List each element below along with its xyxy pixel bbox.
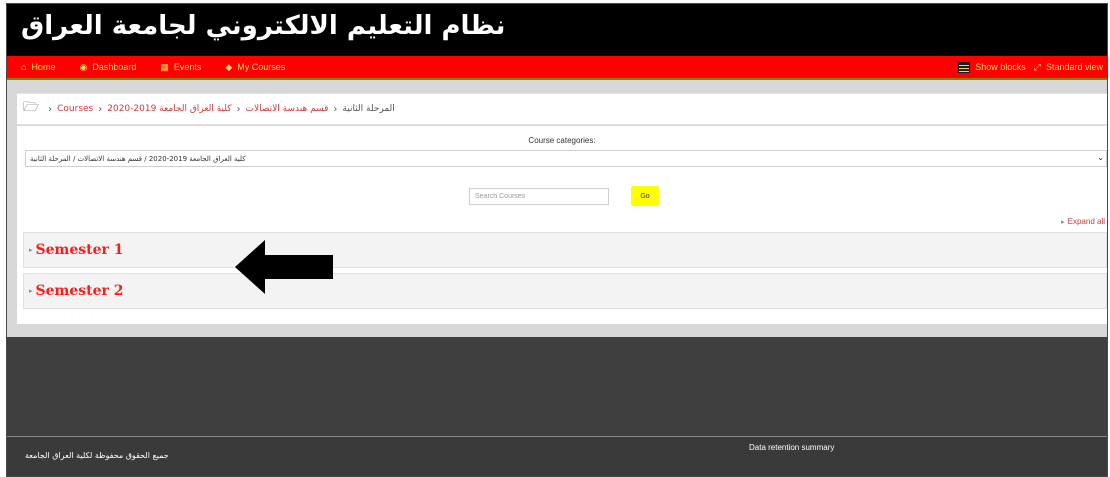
folder-icon: 🗁	[23, 100, 40, 115]
expand-icon: ⤢	[1033, 61, 1041, 72]
breadcrumb-current: المرحلة الثانية	[342, 104, 395, 114]
dashboard-icon: ◉	[79, 61, 88, 72]
site-header: نظام التعليم الالكتروني لجامعة العراق	[7, 4, 1107, 56]
semester-1-section[interactable]: ▸ Semester 1	[23, 232, 1107, 268]
nav-events[interactable]: ▦ Events	[160, 62, 201, 73]
breadcrumb-separator: ›	[236, 103, 241, 115]
nav-my-courses[interactable]: ◆ My Courses	[225, 62, 285, 73]
nav-dashboard[interactable]: ◉ Dashboard	[79, 62, 136, 73]
standard-view-button[interactable]: ⤢ Standard view	[1034, 62, 1103, 73]
home-icon: ⌂	[21, 62, 27, 72]
data-retention-link[interactable]: Data retention summary	[749, 443, 834, 452]
breadcrumb: 🗁 › Courses › 2020-2019 كلية العراق الجا…	[17, 93, 1107, 125]
show-blocks-button[interactable]: Show blocks	[958, 61, 1026, 73]
semester-1-label: Semester 1	[35, 242, 124, 258]
breadcrumb-courses[interactable]: Courses	[57, 104, 93, 114]
nav-dashboard-label: Dashboard	[92, 62, 137, 72]
expand-all-label: Expand all	[1067, 217, 1105, 226]
collapse-triangle-icon: ▸	[29, 287, 33, 295]
semester-2-section[interactable]: ▸ Semester 2	[23, 273, 1107, 309]
breadcrumb-separator: ›	[333, 103, 338, 115]
course-category-selected: كلية العراق الجامعة 2019-2020 / قسم هندس…	[30, 154, 246, 163]
chevron-down-icon: ⌄	[1097, 153, 1104, 162]
expand-all-link[interactable]: ▸ Expand all	[1061, 217, 1105, 226]
course-categories-label: Course categories:	[528, 136, 596, 145]
nav-events-label: Events	[173, 62, 202, 72]
copyright-text: جميع الحقوق محفوظة لكلية العراق الجامعة	[25, 451, 169, 460]
blocks-icon	[958, 61, 971, 73]
browser-page: نظام التعليم الالكتروني لجامعة العراق ⌂ …	[6, 3, 1108, 477]
collapse-triangle-icon: ▸	[29, 246, 33, 254]
course-category-panel: Course categories: كلية العراق الجامعة 2…	[17, 126, 1107, 324]
course-category-select[interactable]: كلية العراق الجامعة 2019-2020 / قسم هندس…	[25, 150, 1107, 167]
main-navbar: ⌂ Home ◉ Dashboard ▦ Events ◆ My Courses…	[7, 56, 1107, 80]
show-blocks-label: Show blocks	[975, 62, 1026, 72]
search-courses-input[interactable]	[469, 188, 609, 205]
footer-band	[7, 337, 1107, 436]
left-arrow-annotation-icon	[235, 240, 333, 294]
site-title: نظام التعليم الالكتروني لجامعة العراق	[21, 11, 506, 41]
nav-right: Show blocks ⤢ Standard view	[950, 56, 1103, 78]
breadcrumb-separator: ›	[48, 103, 53, 115]
breadcrumb-college[interactable]: 2020-2019 كلية العراق الجامعة	[107, 104, 231, 114]
breadcrumb-separator: ›	[98, 103, 103, 115]
courses-icon: ◆	[225, 61, 233, 72]
semester-2-label: Semester 2	[35, 283, 124, 299]
standard-view-label: Standard view	[1045, 62, 1103, 72]
nav-left: ⌂ Home ◉ Dashboard ▦ Events ◆ My Courses	[21, 56, 309, 78]
calendar-icon: ▦	[160, 61, 169, 72]
nav-home[interactable]: ⌂ Home	[21, 62, 55, 72]
breadcrumb-department[interactable]: قسم هندسة الاتصالات	[246, 104, 329, 114]
nav-my-courses-label: My Courses	[237, 62, 286, 72]
go-button[interactable]: Go	[631, 186, 659, 206]
nav-home-label: Home	[31, 62, 56, 72]
footer: جميع الحقوق محفوظة لكلية العراق الجامعة …	[7, 436, 1107, 476]
expand-triangle-icon: ▸	[1061, 219, 1065, 226]
